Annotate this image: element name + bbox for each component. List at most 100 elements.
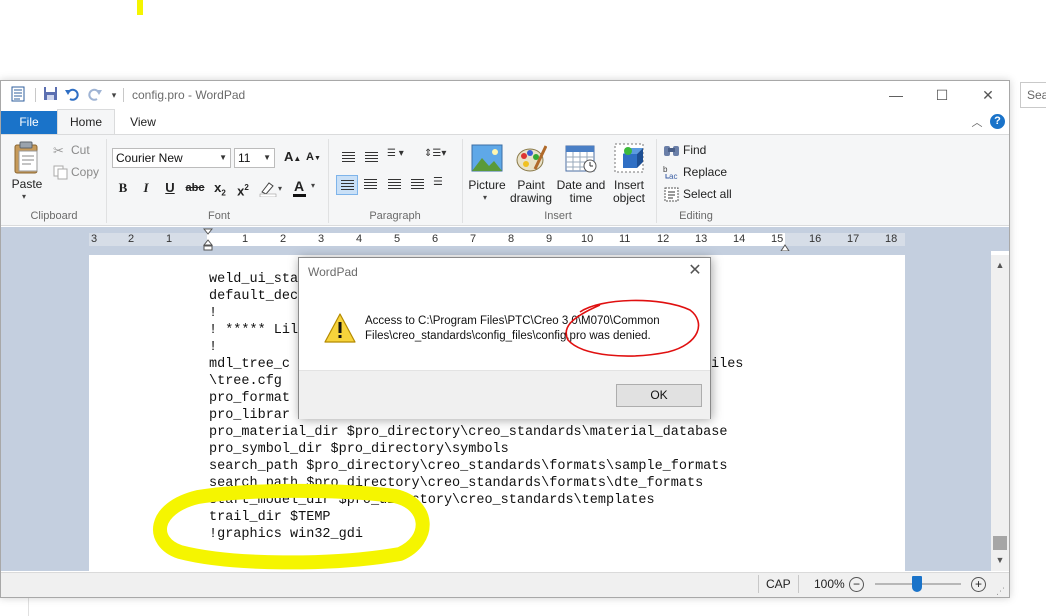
paint-drawing-button[interactable]: Paint drawing xyxy=(509,179,553,205)
ruler-number: 2 xyxy=(280,233,287,245)
paint-drawing-icon[interactable] xyxy=(515,143,548,178)
close-button[interactable]: ✕ xyxy=(965,81,1009,109)
tab-file[interactable]: File xyxy=(1,111,57,134)
zoom-level: 100% xyxy=(814,577,845,591)
paragraph-dialog-button[interactable]: ☰ xyxy=(433,175,455,195)
resize-grip-icon[interactable]: ⋰ xyxy=(996,586,1008,596)
replace-button[interactable]: Replace xyxy=(683,165,727,179)
decrease-indent-icon[interactable] xyxy=(338,148,356,166)
shrink-font-button[interactable]: A▼ xyxy=(306,151,321,163)
insert-object-button[interactable]: Insert object xyxy=(607,179,651,205)
doc-line: default_dec xyxy=(209,289,299,304)
italic-button[interactable]: I xyxy=(137,178,155,198)
shrink-arrow-icon: ▼ xyxy=(313,155,321,162)
ribbon: Paste ▾ ✂ Cut Copy Clipboard Courier New… xyxy=(1,134,1009,226)
tab-home[interactable]: Home xyxy=(57,109,115,135)
status-separator xyxy=(798,575,799,593)
search-box[interactable]: Sea xyxy=(1020,82,1046,108)
zoom-in-button[interactable]: + xyxy=(971,577,986,592)
window-title: config.pro - WordPad xyxy=(132,88,246,102)
undo-icon[interactable] xyxy=(63,86,81,104)
vertical-scrollbar[interactable] xyxy=(991,255,1009,571)
scroll-down-icon[interactable]: ▼ xyxy=(991,552,1009,568)
align-right-button[interactable] xyxy=(384,175,406,195)
tab-view[interactable]: View xyxy=(119,111,167,134)
justify-button[interactable] xyxy=(407,175,429,195)
font-group-label: Font xyxy=(207,210,230,222)
copy-button[interactable]: Copy xyxy=(71,165,99,179)
highlight-color-icon[interactable]: ▾ xyxy=(259,181,285,202)
select-all-icon xyxy=(664,187,679,207)
object-label-line2: object xyxy=(612,191,646,205)
doc-line: ! xyxy=(209,306,218,321)
font-size-select[interactable]: 11 ▼ xyxy=(234,148,275,168)
bullets-list-button[interactable]: ☰ ▾ xyxy=(387,148,417,166)
doc-line: search_path $pro_directory\creo_standard… xyxy=(209,459,728,474)
redo-icon[interactable] xyxy=(86,86,104,104)
ruler-number: 1 xyxy=(166,233,173,245)
error-dialog: WordPad ✕ Access to C:\Program Files\PTC… xyxy=(298,257,711,419)
save-icon[interactable] xyxy=(41,86,59,104)
grow-font-button[interactable]: A▲ xyxy=(284,149,301,164)
cut-button[interactable]: Cut xyxy=(71,143,90,157)
text-color-button[interactable]: A ▾ xyxy=(292,178,318,198)
bold-button[interactable]: B xyxy=(114,178,132,198)
doc-line: ! xyxy=(209,340,218,355)
find-button[interactable]: Find xyxy=(683,143,706,157)
align-center-button[interactable] xyxy=(360,175,382,195)
wordpad-app-icon[interactable] xyxy=(9,86,27,104)
minimize-ribbon-icon[interactable]: ︿ xyxy=(969,114,985,130)
background-divider xyxy=(28,596,29,616)
group-separator xyxy=(462,139,463,223)
doc-line-fragment: iles xyxy=(711,357,744,372)
doc-line: search_path $pro_directory\creo_standard… xyxy=(209,476,704,491)
underline-button[interactable]: U xyxy=(161,178,179,198)
superscript-button[interactable]: x2 xyxy=(233,178,253,198)
paste-dropdown-icon[interactable]: ▾ xyxy=(22,192,26,201)
dialog-close-button[interactable]: ✕ xyxy=(684,261,706,281)
align-left-button[interactable] xyxy=(336,175,358,195)
editing-group-label: Editing xyxy=(679,210,713,222)
picture-icon[interactable] xyxy=(471,144,503,177)
insert-group-label: Insert xyxy=(544,210,572,222)
doc-line: start_model_dir $pro_directory\creo_stan… xyxy=(209,493,655,508)
scroll-up-icon[interactable]: ▲ xyxy=(991,257,1009,273)
group-separator xyxy=(328,139,329,223)
subscript-button[interactable]: x2 xyxy=(210,178,230,198)
doc-line: ! ***** Lil xyxy=(209,323,299,338)
ruler-number: 2 xyxy=(128,233,135,245)
date-time-button[interactable]: Date and time xyxy=(555,179,607,205)
date-time-icon[interactable] xyxy=(565,143,597,178)
group-separator xyxy=(656,139,657,223)
doc-line: weld_ui_sta xyxy=(209,272,299,287)
help-icon[interactable]: ? xyxy=(990,114,1005,129)
replace-icon: b ac xyxy=(663,164,680,185)
customize-quick-access-icon[interactable]: ▾ xyxy=(105,86,123,104)
chevron-down-icon: ▼ xyxy=(263,153,271,162)
zoom-slider-thumb[interactable] xyxy=(912,576,922,592)
ruler-number: 8 xyxy=(508,233,515,245)
scroll-thumb[interactable] xyxy=(993,536,1007,550)
title-separator xyxy=(123,88,124,102)
font-family-select[interactable]: Courier New ▼ xyxy=(112,148,231,168)
paste-button[interactable]: Paste xyxy=(9,178,45,191)
status-separator xyxy=(758,575,759,593)
text-color-letter: A xyxy=(294,178,305,194)
copy-icon xyxy=(53,165,68,185)
insert-object-icon[interactable] xyxy=(613,142,645,179)
zoom-out-button[interactable]: − xyxy=(849,577,864,592)
minimize-button[interactable]: — xyxy=(873,81,919,109)
svg-text:ac: ac xyxy=(669,172,677,180)
paste-icon[interactable] xyxy=(11,141,43,175)
maximize-button[interactable]: ☐ xyxy=(919,81,965,109)
ok-button[interactable]: OK xyxy=(616,384,702,407)
line-spacing-button[interactable]: ⇕☰▾ xyxy=(424,148,454,166)
strikethrough-button[interactable]: abc xyxy=(184,178,206,198)
select-all-button[interactable]: Select all xyxy=(683,187,732,201)
picture-button[interactable]: Picture xyxy=(466,179,508,192)
increase-indent-icon[interactable] xyxy=(361,148,379,166)
picture-dropdown-icon[interactable]: ▾ xyxy=(483,193,487,202)
ruler-number: 3 xyxy=(318,233,325,245)
caps-lock-indicator: CAP xyxy=(766,577,791,591)
group-separator xyxy=(106,139,107,223)
